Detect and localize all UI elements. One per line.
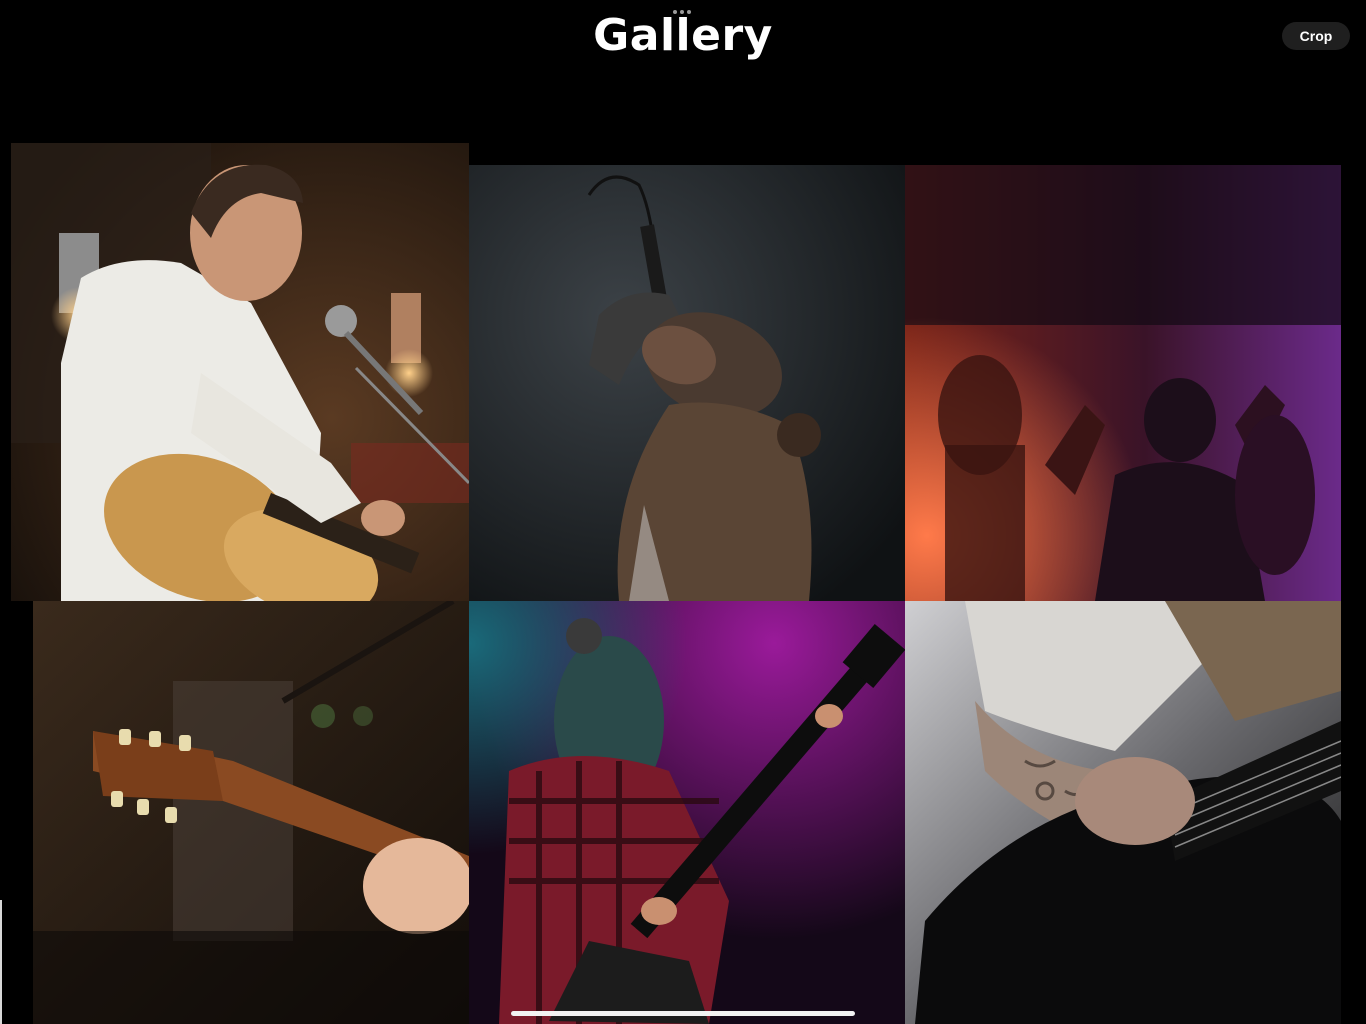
guitarist-magenta-image xyxy=(469,601,905,1024)
gallery-photo-6[interactable] xyxy=(905,601,1341,1024)
gallery-photo-5[interactable] xyxy=(469,601,905,1024)
acoustic-guitar-singer-image xyxy=(11,143,469,601)
page-title: Gallery xyxy=(593,10,773,61)
gallery-photo-2[interactable] xyxy=(469,165,905,601)
home-indicator[interactable] xyxy=(511,1011,855,1016)
concert-crowd-image xyxy=(905,165,1341,601)
gallery-photo-4[interactable] xyxy=(33,601,469,1024)
gallery-photo-3[interactable] xyxy=(905,165,1341,601)
singer-microphone-image xyxy=(469,165,905,601)
left-edge-handle xyxy=(0,900,2,1024)
gallery-photo-1[interactable] xyxy=(11,143,469,601)
crop-button[interactable]: Crop xyxy=(1282,22,1350,50)
guitar-headstock-image xyxy=(33,601,469,1024)
electric-guitar-image xyxy=(905,601,1341,1024)
